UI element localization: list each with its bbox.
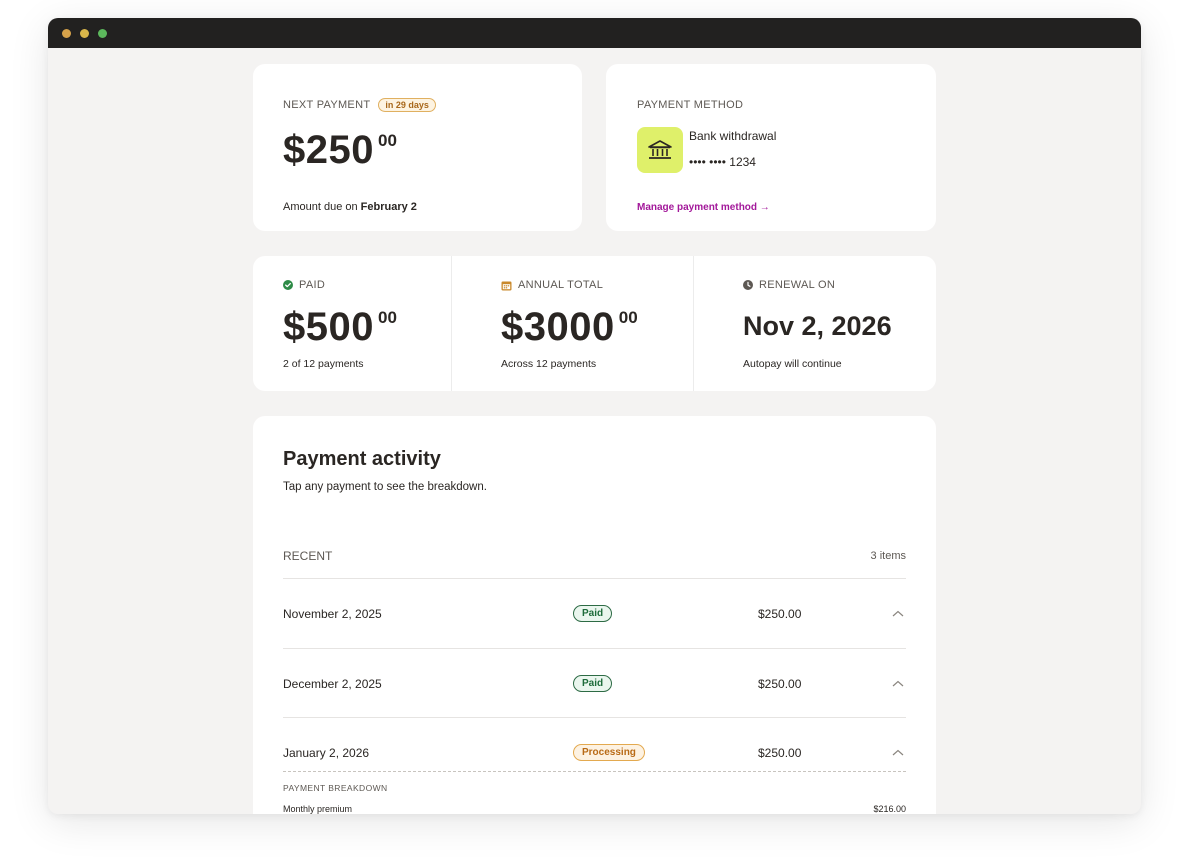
- payment-activity-card: Payment activity Tap any payment to see …: [253, 416, 936, 814]
- account-number: •••• •••• 1234: [689, 155, 756, 169]
- due-date-text: Amount due on February 2: [283, 201, 417, 213]
- chevron-up-icon[interactable]: [890, 606, 906, 622]
- annual-amount: $3000 00: [501, 307, 638, 347]
- days-until-badge: in 29 days: [378, 98, 436, 112]
- recent-section-label: RECENT: [283, 549, 333, 563]
- calendar-icon: [501, 281, 512, 290]
- payment-row[interactable]: January 2, 2026 Processing $250.00: [283, 718, 906, 770]
- renewal-header: RENEWAL ON: [743, 279, 835, 291]
- stats-card: PAID $500 00 2 of 12 payments ANNUAL TOT…: [253, 256, 936, 391]
- check-circle-icon: [283, 280, 293, 290]
- amount-dollars: $500: [283, 305, 374, 349]
- page-content: NEXT PAYMENT in 29 days $250 00 Amount d…: [48, 48, 1141, 814]
- payment-row[interactable]: December 2, 2025 Paid $250.00: [283, 649, 906, 718]
- annual-sub: Across 12 payments: [501, 358, 597, 370]
- payment-row[interactable]: November 2, 2025 Paid $250.00: [283, 579, 906, 648]
- next-payment-header: NEXT PAYMENT in 29 days: [283, 98, 436, 112]
- paid-amount: $500 00: [283, 307, 397, 347]
- manage-payment-method-link[interactable]: Manage payment method →: [637, 202, 770, 213]
- status-badge: Paid: [573, 605, 613, 622]
- activity-subtitle: Tap any payment to see the breakdown.: [283, 481, 487, 493]
- breakdown-item-amount: $216.00: [873, 804, 906, 814]
- annual-total-stat: ANNUAL TOTAL $3000 00 Across 12 payments: [452, 256, 694, 391]
- payment-method-card: PAYMENT METHOD Bank withdrawal •••• ••••…: [606, 64, 936, 231]
- next-payment-amount: $250 00: [283, 130, 397, 170]
- amount-dollars: $250: [283, 128, 374, 172]
- bank-name: Bank withdrawal: [689, 129, 777, 143]
- payment-method-label: PAYMENT METHOD: [637, 99, 744, 111]
- paid-stat: PAID $500 00 2 of 12 payments: [253, 256, 452, 391]
- payment-date: December 2, 2025: [283, 677, 382, 691]
- clock-icon: [743, 280, 753, 290]
- bank-icon: [637, 127, 683, 173]
- status-badge: Processing: [573, 744, 645, 761]
- breakdown-label: PAYMENT BREAKDOWN: [283, 783, 388, 793]
- status-badge: Paid: [573, 675, 613, 692]
- amount-dollars: $3000: [501, 305, 615, 349]
- payment-date: January 2, 2026: [283, 746, 370, 760]
- minimize-window-dot[interactable]: [80, 29, 89, 38]
- due-prefix: Amount due on: [283, 201, 361, 213]
- annual-label: ANNUAL TOTAL: [518, 279, 604, 291]
- annual-header: ANNUAL TOTAL: [501, 279, 603, 291]
- amount-cents: 00: [618, 308, 638, 327]
- renewal-date: Nov 2, 2026: [743, 311, 892, 341]
- close-window-dot[interactable]: [62, 29, 71, 38]
- next-payment-card: NEXT PAYMENT in 29 days $250 00 Amount d…: [253, 64, 582, 231]
- renewal-sub: Autopay will continue: [743, 358, 842, 370]
- payment-date: November 2, 2025: [283, 607, 382, 621]
- due-date: February 2: [360, 201, 417, 213]
- amount-cents: 00: [377, 308, 397, 327]
- renewal-stat: RENEWAL ON Nov 2, 2026 Autopay will cont…: [694, 256, 936, 391]
- paid-label: PAID: [299, 279, 326, 291]
- breakdown-item-name: Monthly premium: [283, 804, 353, 814]
- paid-header: PAID: [283, 279, 325, 291]
- browser-window: NEXT PAYMENT in 29 days $250 00 Amount d…: [48, 18, 1141, 814]
- items-count: 3 items: [870, 550, 906, 562]
- maximize-window-dot[interactable]: [98, 29, 107, 38]
- chevron-up-icon[interactable]: [890, 745, 906, 761]
- renewal-label: RENEWAL ON: [759, 279, 836, 291]
- activity-title: Payment activity: [283, 448, 441, 470]
- dashed-divider: [283, 771, 906, 772]
- payment-amount: $250.00: [758, 677, 802, 691]
- payment-amount: $250.00: [758, 607, 802, 621]
- title-bar: [48, 18, 1141, 48]
- payment-amount: $250.00: [758, 746, 802, 760]
- next-payment-label: NEXT PAYMENT: [283, 99, 371, 111]
- amount-cents: 00: [377, 131, 397, 150]
- paid-sub: 2 of 12 payments: [283, 358, 364, 370]
- chevron-up-icon[interactable]: [890, 676, 906, 692]
